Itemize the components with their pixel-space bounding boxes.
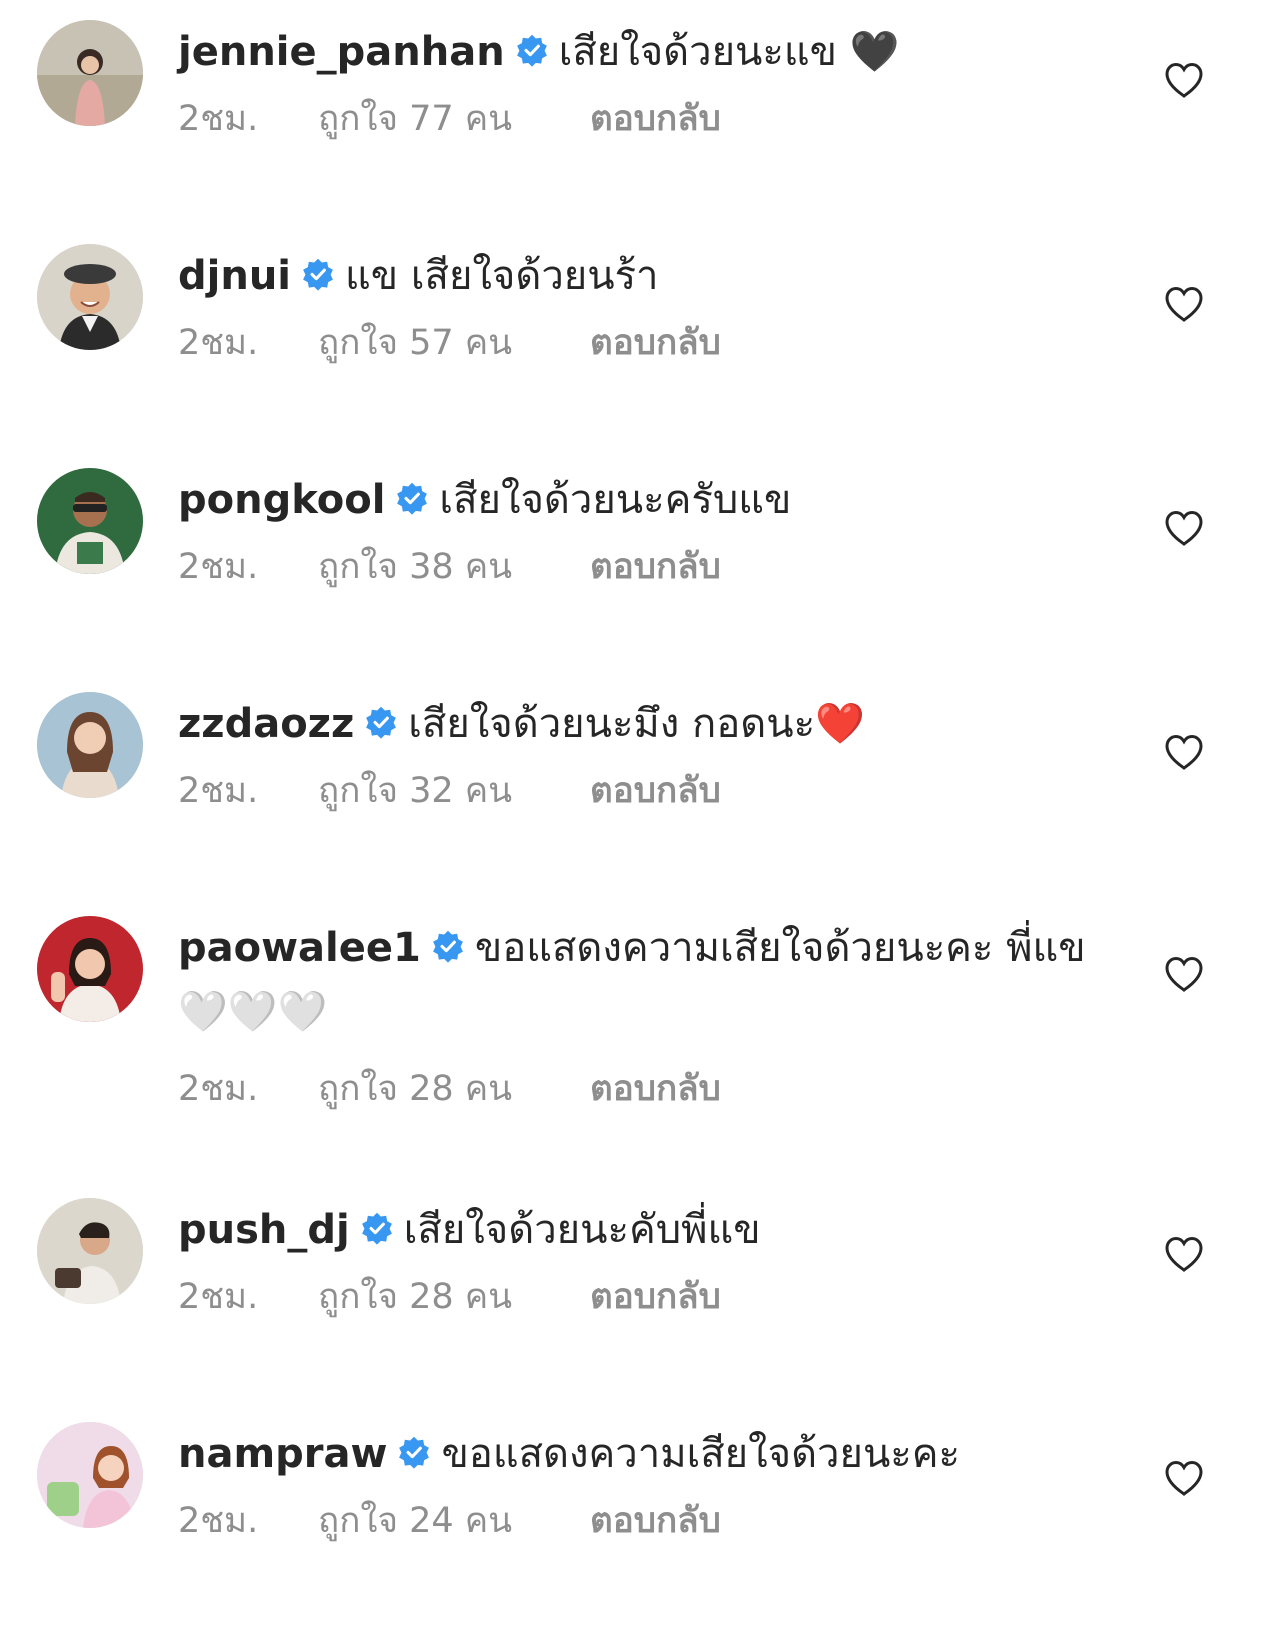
comment-meta: 2ชม. ถูกใจ 57 คน ตอบกลับ: [178, 318, 1098, 368]
likes-count[interactable]: ถูกใจ 57 คน: [318, 318, 590, 368]
verified-badge-icon: [303, 258, 333, 291]
username[interactable]: zzdaozz: [178, 701, 354, 747]
avatar[interactable]: [37, 1422, 143, 1528]
heart-outline-icon[interactable]: [1162, 730, 1206, 774]
comment-line: zzdaozz เสียใจด้วยนะมึง กอดนะ❤️: [178, 692, 1098, 756]
comment-meta: 2ชม. ถูกใจ 32 คน ตอบกลับ: [178, 766, 1098, 816]
verified-badge-icon: [361, 1212, 392, 1245]
likes-count[interactable]: ถูกใจ 38 คน: [318, 542, 590, 592]
heart-outline-icon[interactable]: [1162, 58, 1206, 102]
comment-line: jennie_panhan เสียใจด้วยนะแข 🖤: [178, 20, 1098, 84]
likes-count[interactable]: ถูกใจ 28 คน: [318, 1064, 590, 1114]
comment-time: 2ชม.: [178, 323, 259, 363]
comment-time: 2ชม.: [178, 1277, 259, 1317]
comment-body: nampraw ขอแสดงความเสียใจด้วยนะคะ 2ชม. ถูกใ…: [178, 1422, 1098, 1546]
reply-button[interactable]: ตอบกลับ: [590, 318, 721, 368]
comment-time: 2ชม.: [178, 771, 259, 811]
avatar[interactable]: [37, 692, 143, 798]
comment-meta: 2ชม. ถูกใจ 38 คน ตอบกลับ: [178, 542, 1098, 592]
comment-body: pongkool เสียใจด้วยนะครับแข 2ชม. ถูกใจ 38 …: [178, 468, 1098, 592]
heart-outline-icon[interactable]: [1162, 1232, 1206, 1276]
heart-outline-icon[interactable]: [1162, 506, 1206, 550]
avatar[interactable]: [37, 916, 143, 1022]
likes-count[interactable]: ถูกใจ 24 คน: [318, 1496, 590, 1546]
comment-line: pongkool เสียใจด้วยนะครับแข: [178, 468, 1098, 532]
comment-time: 2ชม.: [178, 99, 259, 139]
comment-meta: 2ชม. ถูกใจ 24 คน ตอบกลับ: [178, 1496, 1098, 1546]
verified-badge-icon: [397, 482, 428, 515]
heart-outline-icon[interactable]: [1162, 952, 1206, 996]
comment-body: djnui แข เสียใจด้วยนร้า 2ชม. ถูกใจ 57 คน ตอ…: [178, 244, 1098, 368]
comment-time: 2ชม.: [178, 547, 259, 587]
comment-line: push_dj เสียใจด้วยนะคับพี่แข: [178, 1198, 1098, 1262]
comment-text: แข เสียใจด้วยนร้า: [345, 253, 659, 299]
comment-text: เสียใจด้วยนะคับพี่แข: [403, 1207, 761, 1253]
comment-body: jennie_panhan เสียใจด้วยนะแข 🖤 2ชม. ถูกใจ …: [178, 20, 1098, 144]
comment-text: ขอแสดงความเสียใจด้วยนะคะ: [441, 1431, 961, 1477]
comment-body: paowalee1 ขอแสดงความเสียใจด้วยนะคะ พี่แข …: [178, 916, 1098, 1114]
reply-button[interactable]: ตอบกลับ: [590, 94, 721, 144]
verified-badge-icon: [399, 1436, 430, 1469]
username[interactable]: nampraw: [178, 1431, 387, 1477]
username[interactable]: paowalee1: [178, 925, 421, 971]
likes-count[interactable]: ถูกใจ 32 คน: [318, 766, 590, 816]
comment-line: nampraw ขอแสดงความเสียใจด้วยนะคะ: [178, 1422, 1098, 1486]
comment-text: เสียใจด้วยนะมึง กอดนะ❤️: [408, 701, 865, 747]
avatar[interactable]: [37, 20, 143, 126]
verified-badge-icon: [366, 706, 397, 739]
verified-badge-icon: [516, 34, 547, 67]
username[interactable]: push_dj: [178, 1207, 350, 1253]
heart-outline-icon[interactable]: [1162, 282, 1206, 326]
comment-body: zzdaozz เสียใจด้วยนะมึง กอดนะ❤️ 2ชม. ถูกใจ…: [178, 692, 1098, 816]
comment-meta: 2ชม. ถูกใจ 28 คน ตอบกลับ: [178, 1064, 1098, 1114]
likes-count[interactable]: ถูกใจ 77 คน: [318, 94, 590, 144]
heart-outline-icon[interactable]: [1162, 1456, 1206, 1500]
reply-button[interactable]: ตอบกลับ: [590, 542, 721, 592]
comment-meta: 2ชม. ถูกใจ 77 คน ตอบกลับ: [178, 94, 1098, 144]
reply-button[interactable]: ตอบกลับ: [590, 766, 721, 816]
avatar[interactable]: [37, 1198, 143, 1304]
comment-time: 2ชม.: [178, 1069, 259, 1109]
username[interactable]: pongkool: [178, 477, 385, 523]
username[interactable]: jennie_panhan: [178, 29, 505, 75]
comment-line: paowalee1 ขอแสดงความเสียใจด้วยนะคะ พี่แข …: [178, 916, 1098, 1044]
comment-text: เสียใจด้วยนะแข 🖤: [558, 29, 900, 75]
reply-button[interactable]: ตอบกลับ: [590, 1064, 721, 1114]
comment-body: push_dj เสียใจด้วยนะคับพี่แข 2ชม. ถูกใจ 28…: [178, 1198, 1098, 1322]
avatar[interactable]: [37, 468, 143, 574]
verified-badge-icon: [432, 930, 463, 963]
likes-count[interactable]: ถูกใจ 28 คน: [318, 1272, 590, 1322]
comment-text: เสียใจด้วยนะครับแข: [439, 477, 792, 523]
comment-meta: 2ชม. ถูกใจ 28 คน ตอบกลับ: [178, 1272, 1098, 1322]
comment-line: djnui แข เสียใจด้วยนร้า: [178, 244, 1098, 308]
comment-time: 2ชม.: [178, 1501, 259, 1541]
avatar[interactable]: [37, 244, 143, 350]
username[interactable]: djnui: [178, 253, 291, 299]
reply-button[interactable]: ตอบกลับ: [590, 1496, 721, 1546]
reply-button[interactable]: ตอบกลับ: [590, 1272, 721, 1322]
